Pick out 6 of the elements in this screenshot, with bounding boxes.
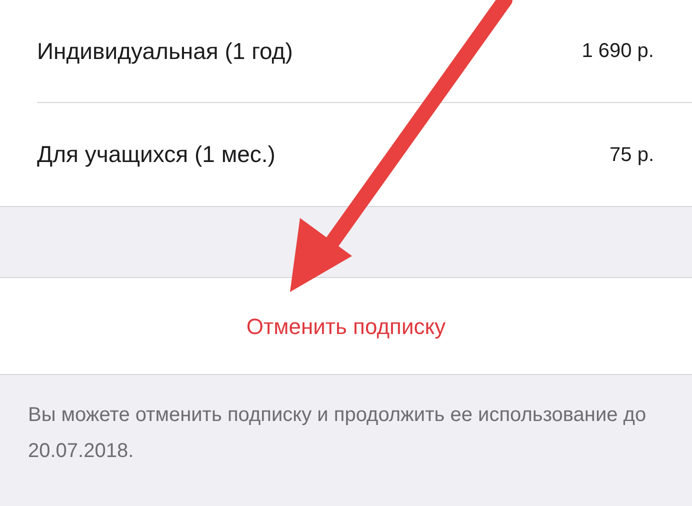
plan-name: Индивидуальная (1 год) bbox=[37, 36, 293, 66]
plan-price: 75 р. bbox=[610, 142, 654, 168]
footer-note: Вы можете отменить подписку и продолжить ее использование до 20.07.2018. bbox=[27, 403, 648, 464]
plan-name: Для учащихся (1 мес.) bbox=[37, 140, 276, 170]
plan-price: 1 690 р. bbox=[582, 39, 654, 64]
cancel-subscription-button[interactable]: Отменить подписку bbox=[230, 302, 462, 350]
